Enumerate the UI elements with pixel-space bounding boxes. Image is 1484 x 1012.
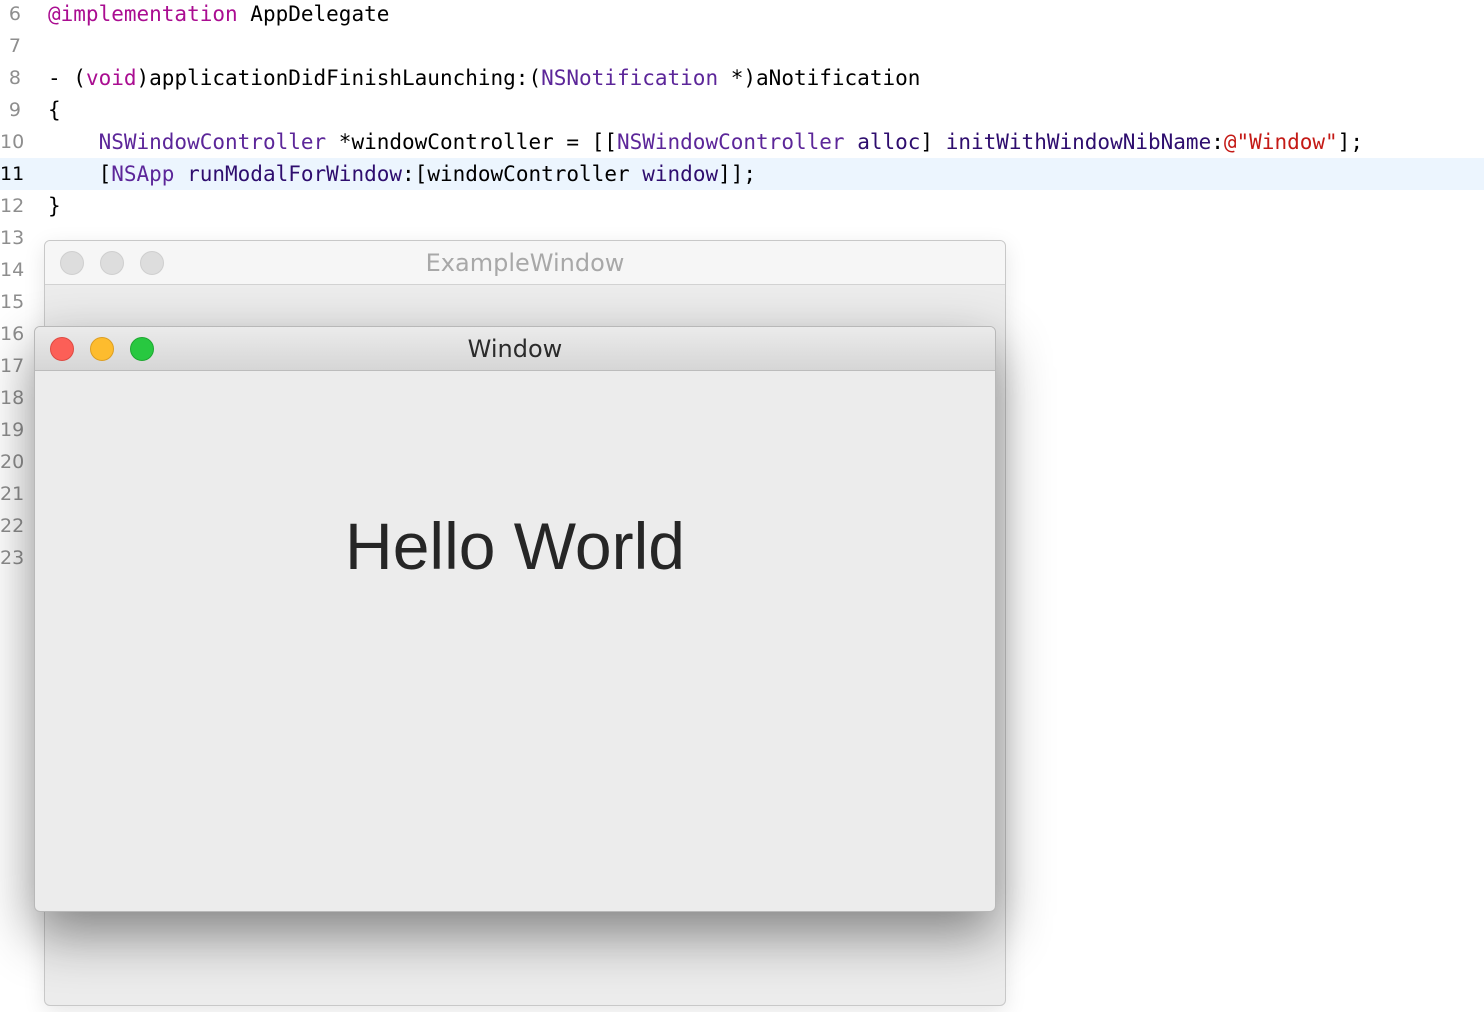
- line-number: 13: [0, 227, 25, 249]
- code-token: NSWindowController: [98, 130, 327, 154]
- line-number: 14: [0, 259, 25, 281]
- line-number: 22: [0, 515, 25, 537]
- line-number: 12: [0, 195, 25, 217]
- code-text: [NSApp runModalForWindow:[windowControll…: [48, 158, 756, 190]
- code-token: AppDelegate: [237, 2, 390, 26]
- code-text: NSWindowController *windowController = […: [48, 126, 1363, 158]
- code-token: window: [642, 162, 719, 186]
- line-number: 23: [0, 547, 25, 569]
- line-number: 21: [0, 483, 25, 505]
- code-token: NSApp: [111, 162, 175, 186]
- code-token: {: [48, 98, 61, 122]
- code-token: initWithWindowNibName: [945, 130, 1212, 154]
- code-token: [: [48, 162, 112, 186]
- example-window-title: ExampleWindow: [425, 249, 625, 277]
- line-number: 8: [8, 67, 21, 89]
- line-number: 6: [8, 3, 21, 25]
- code-token: NSNotification: [541, 66, 719, 90]
- hello-world-label: Hello World: [345, 509, 685, 583]
- code-token: )applicationDidFinishLaunching:(: [136, 66, 542, 90]
- code-token: NSWindowController: [616, 130, 845, 154]
- modal-window-titlebar[interactable]: Window: [35, 327, 995, 371]
- line-number: 11: [0, 163, 25, 185]
- code-text: {: [48, 94, 61, 126]
- line-number: 15: [0, 291, 25, 313]
- code-token: @"Window": [1223, 130, 1338, 154]
- code-token: }: [48, 194, 61, 218]
- code-token: void: [85, 66, 137, 90]
- code-line[interactable]: 12}: [0, 190, 1484, 222]
- code-line[interactable]: 11 [NSApp runModalForWindow:[windowContr…: [0, 158, 1484, 190]
- code-line[interactable]: 7: [0, 30, 1484, 62]
- line-number: 20: [0, 451, 25, 473]
- line-number: 16: [0, 323, 25, 345]
- line-number: 7: [8, 35, 21, 57]
- line-number: 17: [0, 355, 25, 377]
- code-line[interactable]: 6 @implementation AppDelegate: [0, 0, 1484, 30]
- code-token: ];: [1337, 130, 1363, 154]
- code-line[interactable]: 8 - (void)applicationDidFinishLaunching:(…: [0, 62, 1484, 94]
- code-token: *)aNotification: [718, 66, 921, 90]
- code-line[interactable]: 10 NSWindowController *windowController …: [0, 126, 1484, 158]
- code-token: :[windowController: [402, 162, 643, 186]
- code-text: @implementation AppDelegate: [48, 0, 389, 30]
- code-token: *windowController = [[: [326, 130, 617, 154]
- code-token: alloc: [857, 130, 921, 154]
- line-number: 19: [0, 419, 25, 441]
- line-number: 10: [0, 131, 25, 153]
- code-token: ]];: [718, 162, 757, 186]
- code-text: - (void)applicationDidFinishLaunching:(N…: [48, 62, 920, 94]
- code-text: }: [48, 190, 61, 222]
- code-token: ]: [920, 130, 946, 154]
- line-number: 18: [0, 387, 25, 409]
- modal-window-content: Hello World: [35, 371, 995, 911]
- code-token: runModalForWindow: [187, 162, 403, 186]
- code-token: - (: [48, 66, 86, 90]
- example-window-titlebar[interactable]: ExampleWindow: [45, 241, 1005, 285]
- modal-window: Window Hello World: [34, 326, 996, 912]
- line-number: 9: [8, 99, 21, 121]
- code-line[interactable]: 9{: [0, 94, 1484, 126]
- code-token: @implementation: [48, 2, 238, 26]
- modal-window-title: Window: [467, 335, 563, 363]
- code-token: :: [1211, 130, 1224, 154]
